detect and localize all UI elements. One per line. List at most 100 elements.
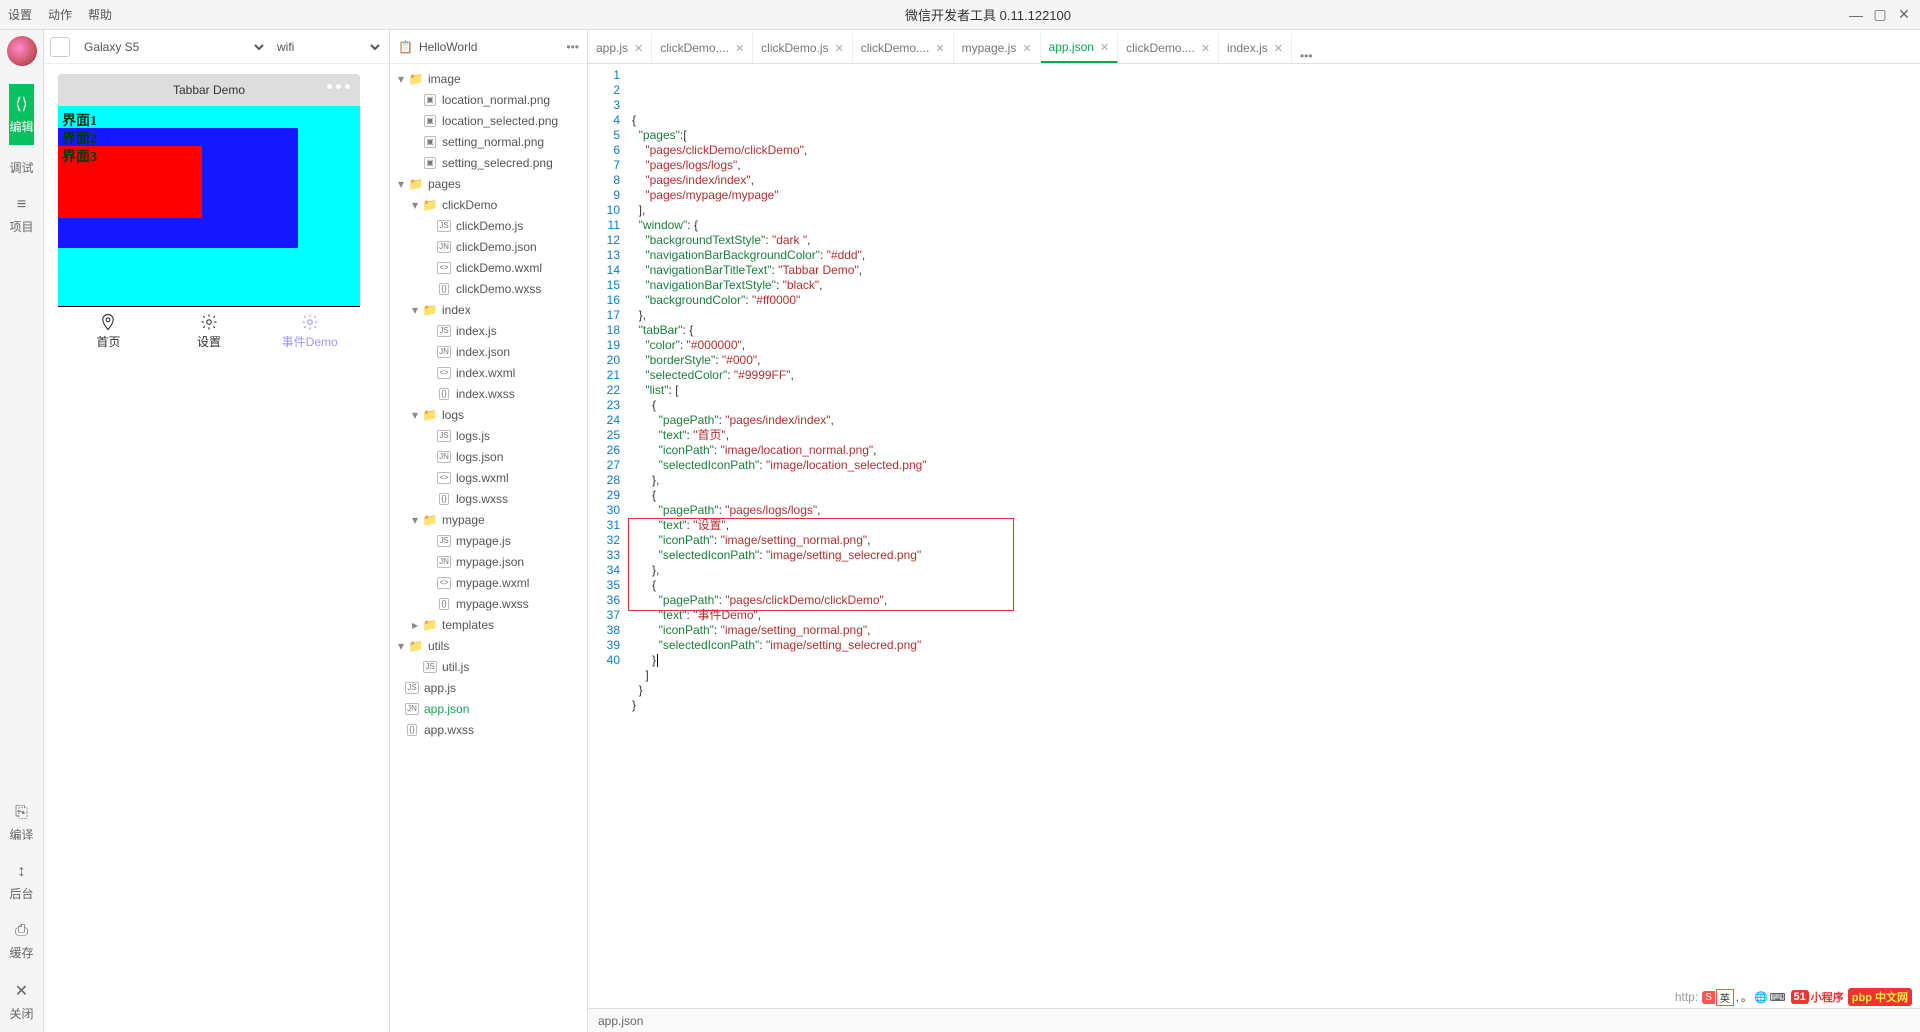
tab-close-icon[interactable]: ✕ [735,42,744,55]
tree-clickDemo-js[interactable]: JSclickDemo.js [390,215,587,236]
tree-mypage-wxml[interactable]: <>mypage.wxml [390,572,587,593]
close-icon: ✕ [15,981,28,1001]
tab-close-icon[interactable]: ✕ [1022,42,1031,55]
orientation-icon[interactable] [50,37,70,57]
tree-arrow-icon: ▾ [412,198,422,212]
tree-setting_normal-png[interactable]: ▣setting_normal.png [390,131,587,152]
tree-app-wxss[interactable]: {}app.wxss [390,719,587,740]
window-close-icon[interactable]: ✕ [1896,7,1912,23]
tab-close-icon[interactable]: ✕ [935,42,944,55]
tree-mypage[interactable]: ▾📁mypage [390,509,587,530]
tree-arrow-icon: ▾ [412,513,422,527]
edit-icon: ⟨⟩ [15,94,27,114]
watermark-cn: pbp 中文网 [1848,988,1912,1006]
tree-logs-json[interactable]: JNlogs.json [390,446,587,467]
settings-icon [200,313,218,331]
view-label-2: 界面2 [62,128,97,148]
home-icon [99,313,117,331]
watermark: http: S英 ,。🌐⌨ 51小程序 pbp 中文网 [1675,988,1912,1006]
demo-icon [301,313,319,331]
preview-panel: Galaxy S5 wifi Tabbar Demo 界面1 界面2 界面3 首… [44,30,390,1032]
phone-body[interactable]: 界面1 界面2 界面3 [58,106,360,306]
menu-help[interactable]: 帮助 [88,6,112,23]
tree-logs[interactable]: ▾📁logs [390,404,587,425]
tree-app-js[interactable]: JSapp.js [390,677,587,698]
tab-mypage-js[interactable]: mypage.js✕ [954,33,1041,63]
tree-arrow-icon: ▸ [412,618,422,632]
phone-simulator: Tabbar Demo 界面1 界面2 界面3 首页设置事件Demo [58,74,360,356]
window-minimize-icon[interactable]: — [1848,7,1864,23]
rail-cache[interactable]: ⎙缓存 [9,912,33,971]
phone-tab-demo[interactable]: 事件Demo [259,307,360,356]
tab-clickDemo----[interactable]: clickDemo....✕ [1118,33,1219,63]
editor-tabs: app.js✕clickDemo....✕clickDemo.js✕clickD… [588,30,1920,64]
tab-clickDemo----[interactable]: clickDemo....✕ [853,33,954,63]
project-icon: 📋 [398,40,413,54]
rail-close[interactable]: ✕关闭 [9,971,33,1032]
tree-logs-wxss[interactable]: {}logs.wxss [390,488,587,509]
tree-index-json[interactable]: JNindex.json [390,341,587,362]
tab-app-js[interactable]: app.js✕ [588,33,652,63]
file-tree[interactable]: ▾📁image▣location_normal.png▣location_sel… [390,64,587,1032]
phone-title: Tabbar Demo [173,83,245,97]
rail-debug[interactable]: 调试 [9,145,33,186]
menu-settings[interactable]: 设置 [8,6,32,23]
tab-index-js[interactable]: index.js✕ [1219,33,1292,63]
phone-tab-settings[interactable]: 设置 [159,307,260,356]
tree-location_selected-png[interactable]: ▣location_selected.png [390,110,587,131]
tree-index-js[interactable]: JSindex.js [390,320,587,341]
tree-mypage-wxss[interactable]: {}mypage.wxss [390,593,587,614]
tree-location_normal-png[interactable]: ▣location_normal.png [390,89,587,110]
tree-arrow-icon: ▾ [398,639,408,653]
watermark-url: http: [1675,990,1698,1004]
tree-templates[interactable]: ▸📁templates [390,614,587,635]
tabs-more-icon[interactable]: ••• [1292,49,1321,63]
tab-close-icon[interactable]: ✕ [634,42,643,55]
tab-app-json[interactable]: app.json✕ [1041,33,1119,63]
tree-app-json[interactable]: JNapp.json [390,698,587,719]
tab-clickDemo----[interactable]: clickDemo....✕ [652,33,753,63]
tree-logs-js[interactable]: JSlogs.js [390,425,587,446]
tree-clickDemo-json[interactable]: JNclickDemo.json [390,236,587,257]
tree-index-wxml[interactable]: <>index.wxml [390,362,587,383]
status-filename: app.json [598,1014,643,1028]
menu-actions[interactable]: 动作 [48,6,72,23]
tree-arrow-icon: ▾ [412,303,422,317]
device-select[interactable]: Galaxy S5 [80,39,267,55]
tree-clickDemo[interactable]: ▾📁clickDemo [390,194,587,215]
tab-close-icon[interactable]: ✕ [1274,42,1283,55]
tree-util-js[interactable]: JSutil.js [390,656,587,677]
tree-clickDemo-wxss[interactable]: {}clickDemo.wxss [390,278,587,299]
tab-clickDemo-js[interactable]: clickDemo.js✕ [753,33,853,63]
tree-utils[interactable]: ▾📁utils [390,635,587,656]
phone-header: Tabbar Demo [58,74,360,106]
rail-project[interactable]: ≡项目 [9,186,33,245]
cache-icon: ⎙ [15,922,28,940]
tree-index[interactable]: ▾📁index [390,299,587,320]
gutter: 1234567891011121314151617181920212223242… [588,64,628,1008]
tab-close-icon[interactable]: ✕ [1201,42,1210,55]
tab-close-icon[interactable]: ✕ [1100,41,1109,54]
tree-clickDemo-wxml[interactable]: <>clickDemo.wxml [390,257,587,278]
project-menu-icon[interactable]: ••• [566,40,579,54]
avatar[interactable] [7,36,37,66]
phone-tab-home[interactable]: 首页 [58,307,159,356]
rail-background[interactable]: ↕后台 [9,853,33,912]
rail-compile[interactable]: ⎘编译 [9,794,33,853]
tree-mypage-js[interactable]: JSmypage.js [390,530,587,551]
rail-edit[interactable]: ⟨⟩编辑 [9,84,33,145]
tab-close-icon[interactable]: ✕ [835,42,844,55]
code-area[interactable]: { "pages":[ "pages/clickDemo/clickDemo",… [628,64,1920,1008]
device-bar: Galaxy S5 wifi [44,30,389,64]
tree-setting_selecred-png[interactable]: ▣setting_selecred.png [390,152,587,173]
network-select[interactable]: wifi [273,39,383,55]
status-bar: app.json [588,1008,1920,1032]
window-maximize-icon[interactable]: ▢ [1872,7,1888,23]
tree-logs-wxml[interactable]: <>logs.wxml [390,467,587,488]
tree-index-wxss[interactable]: {}index.wxss [390,383,587,404]
tree-mypage-json[interactable]: JNmypage.json [390,551,587,572]
tree-pages[interactable]: ▾📁pages [390,173,587,194]
code-editor[interactable]: 1234567891011121314151617181920212223242… [588,64,1920,1008]
tree-image[interactable]: ▾📁image [390,68,587,89]
phone-menu-dots-icon[interactable] [327,84,350,89]
